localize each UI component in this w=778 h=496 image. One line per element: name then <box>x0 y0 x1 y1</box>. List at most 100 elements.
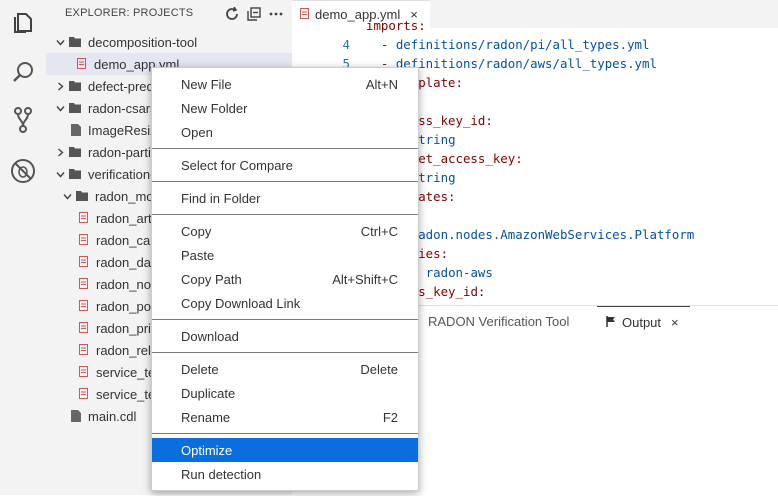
folder-icon <box>76 190 89 203</box>
menu-item-label: Copy <box>181 223 212 239</box>
menu-item-label: Download <box>181 328 239 344</box>
tree-item-label: main.cdl <box>88 408 137 424</box>
explorer-title: EXPLORER: PROJECTS <box>65 7 194 19</box>
menu-item-duplicate[interactable]: Duplicate <box>152 381 418 405</box>
chevron-right-icon[interactable] <box>55 81 65 91</box>
menu-item-paste[interactable]: Paste <box>152 243 418 267</box>
chevron-down-icon[interactable] <box>55 169 65 179</box>
folder-icon <box>69 168 82 181</box>
yml-file-icon <box>79 343 90 357</box>
tree-item-label: verification- <box>88 166 155 182</box>
folder-icon <box>69 36 82 49</box>
menu-item-label: Duplicate <box>181 385 236 401</box>
folder-icon <box>69 102 82 115</box>
line-content: imports: <box>366 18 426 33</box>
tree-item-label: radon_no <box>96 276 151 292</box>
menu-item-label: Find in Folder <box>181 190 261 206</box>
debug-icon[interactable] <box>9 157 37 185</box>
chevron-down-icon[interactable] <box>55 37 65 47</box>
menu-item-new-file[interactable]: New File Alt+N <box>152 72 418 96</box>
tab-radon-verification[interactable]: RADON Verification Tool <box>428 306 569 336</box>
tree-item-label: radon-partic <box>88 144 158 160</box>
tree-item-label: service_te <box>96 364 156 380</box>
yml-file-icon <box>79 233 90 247</box>
menu-item-new-folder[interactable]: New Folder <box>152 96 418 120</box>
more-actions-icon[interactable] <box>268 6 284 22</box>
code-token: definitions/radon/pi/all_types.yml <box>395 37 650 52</box>
menu-item-select-for-compare[interactable]: Select for Compare <box>152 153 418 177</box>
tree-item-label: radon_cap <box>96 232 158 248</box>
folder-icon <box>69 80 82 93</box>
tree-item-label: ImageResiz <box>88 122 157 138</box>
menu-separator <box>152 433 418 434</box>
yml-file-icon <box>77 57 88 71</box>
menu-item-open[interactable]: Open <box>152 120 418 144</box>
line-content: - definitions/radon/pi/all_types.yml <box>366 37 650 52</box>
menu-separator <box>152 352 418 353</box>
menu-separator <box>152 181 418 182</box>
menu-item-label: New Folder <box>181 100 248 116</box>
search-icon[interactable] <box>9 58 37 86</box>
tree-item-label: radon_art <box>96 210 152 226</box>
tree-item-label: radon-csars <box>88 100 157 116</box>
code-token: radon-aws <box>425 265 493 280</box>
menu-item-run-detection[interactable]: Run detection <box>152 462 418 486</box>
code-token: - <box>366 37 396 52</box>
menu-item-label: Delete <box>181 361 219 377</box>
menu-item-shortcut: Alt+N <box>365 76 398 92</box>
yml-file-icon <box>79 321 90 335</box>
tree-item-label: radon_po <box>96 298 151 314</box>
menu-item-copy-path[interactable]: Copy Path Alt+Shift+C <box>152 267 418 291</box>
tree-item-label: radon_mo <box>95 188 154 204</box>
context-menu: New File Alt+N New Folder Open Select for Co… <box>151 67 419 491</box>
code-token: definitions/radon/aws/all_types.yml <box>395 56 657 71</box>
tree-item-label: radon_da <box>96 254 151 270</box>
tree-item-label: radon_rel <box>96 342 151 358</box>
collapse-all-icon[interactable] <box>246 6 262 22</box>
editor-tab-bar: demo_app.yml × <box>292 0 778 28</box>
tree-item-label: defect-predi <box>88 78 157 94</box>
menu-item-label: Rename <box>181 409 231 425</box>
code-token: radon.nodes.AmazonWebServices.Platform <box>410 227 695 242</box>
panel-tab-label: RADON Verification Tool <box>428 313 570 329</box>
menu-item-copy-download-link[interactable]: Copy Download Link <box>152 291 418 315</box>
yml-file-icon <box>79 299 90 313</box>
menu-item-copy[interactable]: Copy Ctrl+C <box>152 219 418 243</box>
chevron-down-icon[interactable] <box>62 191 72 201</box>
tree-folder[interactable]: decomposition-tool <box>46 31 292 53</box>
refresh-icon[interactable] <box>224 6 240 22</box>
menu-item-shortcut: Ctrl+C <box>360 223 398 239</box>
menu-item-optimize[interactable]: Optimize <box>152 438 418 462</box>
menu-item-shortcut: Delete <box>360 361 398 377</box>
yml-file-icon <box>300 7 309 22</box>
menu-item-label: Paste <box>181 247 215 263</box>
menu-item-label: Optimize <box>181 442 233 458</box>
tree-item-label: radon_pri <box>96 320 151 336</box>
menu-item-label: Copy Download Link <box>181 295 301 311</box>
close-icon[interactable]: × <box>671 315 679 330</box>
source-control-icon[interactable] <box>9 106 37 134</box>
tab-output[interactable]: Output × <box>597 306 690 337</box>
yml-file-icon <box>79 255 90 269</box>
tree-item-label: service_te <box>96 386 156 402</box>
menu-item-label: Select for Compare <box>181 157 293 173</box>
explorer-header: EXPLORER: PROJECTS <box>46 0 292 28</box>
tree-item-label: decomposition-tool <box>88 34 198 50</box>
menu-item-delete[interactable]: Delete Delete <box>152 357 418 381</box>
menu-item-download[interactable]: Download <box>152 324 418 348</box>
menu-item-rename[interactable]: Rename F2 <box>152 405 418 429</box>
file-icon <box>71 409 82 423</box>
menu-item-shortcut: F2 <box>382 409 398 425</box>
explorer-files-icon[interactable] <box>9 9 37 37</box>
code-token: imports: <box>366 18 426 33</box>
menu-item-label: Copy Path <box>181 271 242 287</box>
yml-file-icon <box>79 277 90 291</box>
file-icon <box>71 123 82 137</box>
menu-separator <box>152 214 418 215</box>
menu-item-find-in-folder[interactable]: Find in Folder <box>152 186 418 210</box>
panel-tab-label: Output <box>622 314 662 330</box>
chevron-down-icon[interactable] <box>55 103 65 113</box>
chevron-right-icon[interactable] <box>55 147 65 157</box>
yml-file-icon <box>79 211 90 225</box>
menu-separator <box>152 319 418 320</box>
